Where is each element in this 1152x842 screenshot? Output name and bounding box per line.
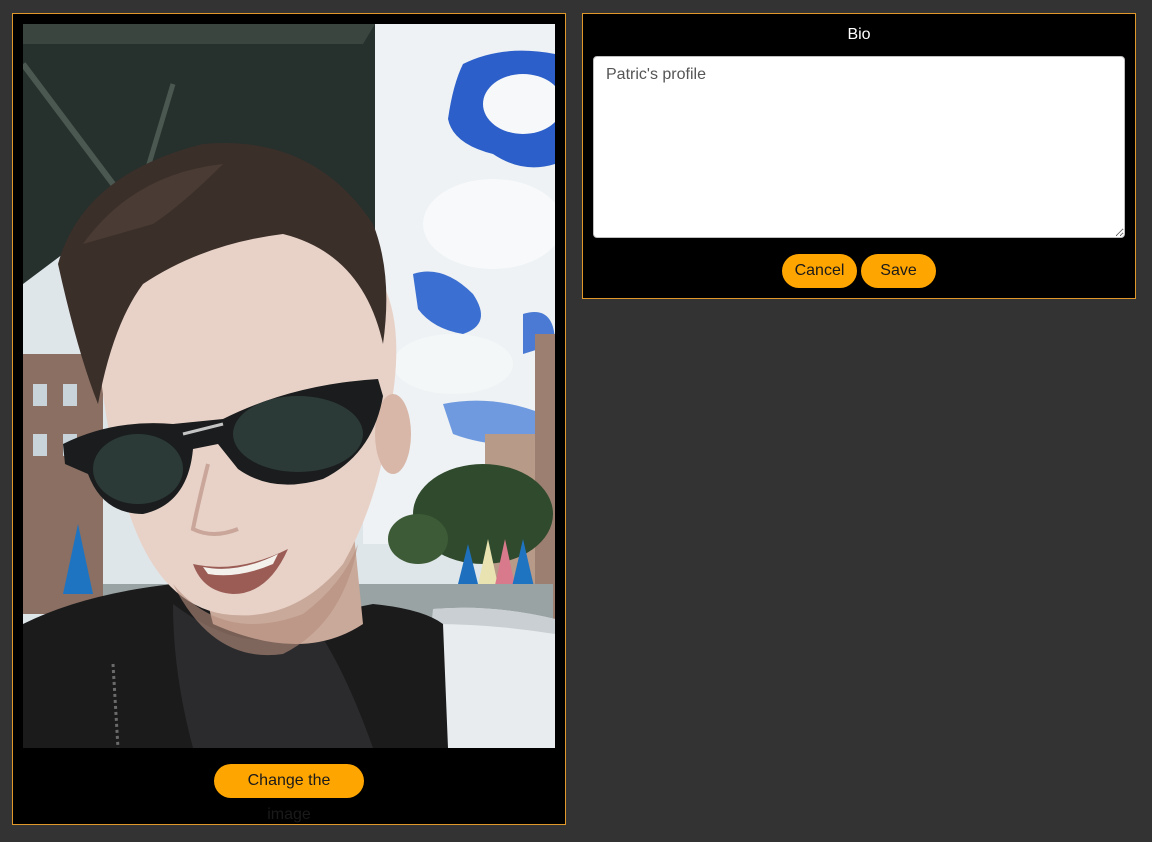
bio-title: Bio: [847, 26, 871, 43]
bio-textarea[interactable]: [593, 56, 1125, 238]
cancel-button[interactable]: Cancel: [782, 254, 857, 288]
change-image-button[interactable]: Change the image: [214, 764, 364, 823]
profile-photo-image: [23, 24, 555, 748]
save-button[interactable]: Save: [861, 254, 936, 288]
bio-panel: Bio Cancel Save: [582, 13, 1136, 299]
profile-photo: [23, 24, 555, 748]
profile-image-panel: Change the image: [12, 13, 566, 825]
